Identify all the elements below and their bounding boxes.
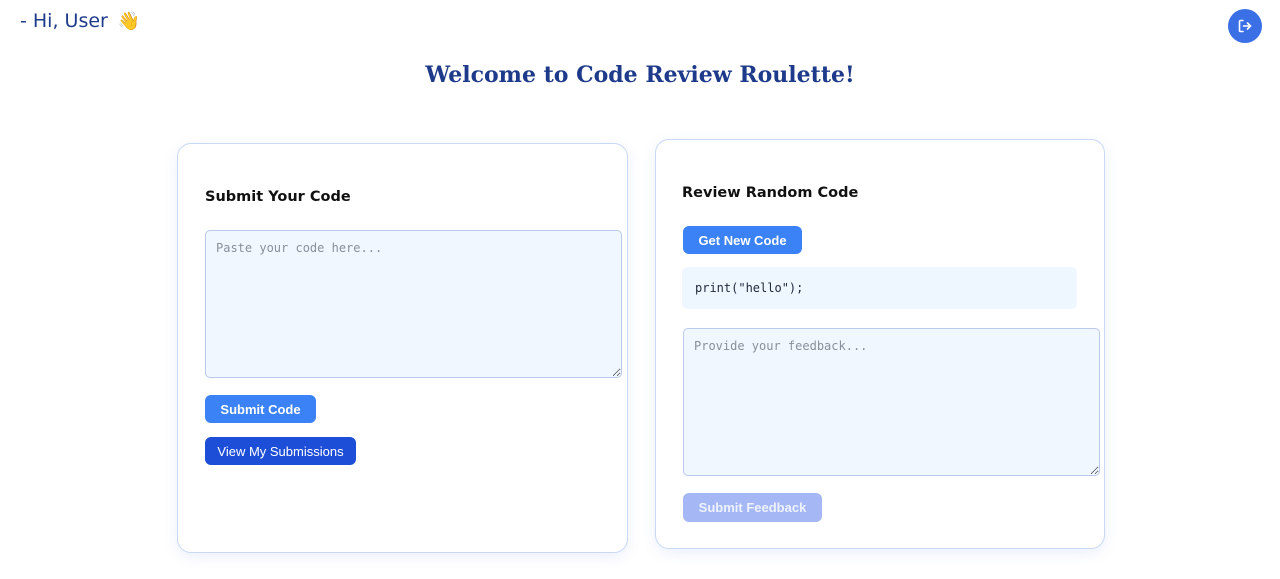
submit-code-button[interactable]: Submit Code xyxy=(205,395,316,423)
code-snippet: print("hello"); xyxy=(682,267,1077,309)
logout-button[interactable] xyxy=(1228,9,1262,43)
view-submissions-button[interactable]: View My Submissions xyxy=(205,437,356,465)
review-code-heading: Review Random Code xyxy=(682,185,859,201)
page-title: Welcome to Code Review Roulette! xyxy=(425,62,855,88)
code-input[interactable] xyxy=(205,230,622,378)
greeting-text: - Hi, User xyxy=(20,10,108,32)
logout-icon xyxy=(1238,19,1252,33)
wave-emoji: 👋 xyxy=(117,11,141,32)
submit-feedback-button[interactable]: Submit Feedback xyxy=(683,493,822,522)
greeting: - Hi, User 👋 xyxy=(20,10,140,32)
feedback-input[interactable] xyxy=(683,328,1100,476)
submit-code-heading: Submit Your Code xyxy=(205,189,351,205)
get-new-code-button[interactable]: Get New Code xyxy=(683,226,802,254)
review-code-card: Review Random Code Get New Code print("h… xyxy=(655,139,1105,549)
submit-code-card: Submit Your Code Submit Code View My Sub… xyxy=(177,143,628,553)
